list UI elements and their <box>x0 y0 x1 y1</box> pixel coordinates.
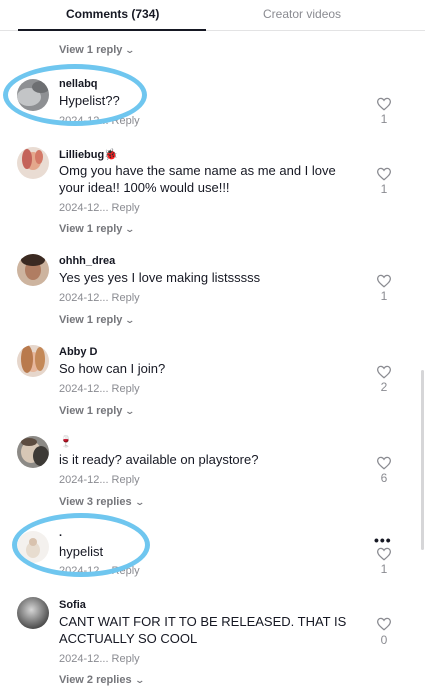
comment-meta: 2024-12... Reply <box>59 474 140 486</box>
view-replies-label: View 2 replies <box>59 674 132 686</box>
tab-bar: Comments (734) Creator videos <box>0 0 425 31</box>
heart-outline-icon[interactable] <box>376 617 392 631</box>
heart-outline-icon[interactable] <box>376 274 392 288</box>
like-count: 0 <box>380 633 388 647</box>
chevron-down-icon: ⌄ <box>124 406 136 416</box>
avatar[interactable] <box>17 597 49 629</box>
view-replies-label: View 1 reply <box>59 314 123 326</box>
reply-button[interactable]: Reply <box>112 202 140 214</box>
comment-text: CANT WAIT FOR IT TO BE RELEASED. THAT IS… <box>59 614 347 646</box>
avatar[interactable] <box>17 436 49 468</box>
view-replies-label: View 1 reply <box>59 405 123 417</box>
heart-outline-icon[interactable] <box>376 97 392 111</box>
highlight-ring <box>3 64 147 126</box>
chevron-down-icon: ⌄ <box>134 675 145 685</box>
chevron-down-icon: ⌄ <box>124 315 136 325</box>
heart-outline-icon[interactable] <box>376 456 392 470</box>
more-horizontal-icon[interactable]: ••• <box>374 532 392 548</box>
reply-button[interactable]: Reply <box>112 653 140 665</box>
view-replies-button[interactable]: View 1 reply ⌄ <box>59 44 136 56</box>
comment-username[interactable]: Sofia <box>59 599 86 611</box>
comment-username[interactable]: Lilliebug🐞 <box>59 148 118 161</box>
chevron-down-icon: ⌄ <box>134 497 145 507</box>
comment-text: Omg you have the same name as me and I l… <box>59 163 336 195</box>
scrollbar[interactable] <box>421 370 424 550</box>
comment-username[interactable]: ohhh_drea <box>59 255 115 267</box>
comment-username[interactable]: 🍷 <box>59 435 73 448</box>
reply-button[interactable]: Reply <box>112 474 140 486</box>
reply-button[interactable]: Reply <box>112 292 140 304</box>
like-count: 6 <box>380 471 388 485</box>
view-replies-button[interactable]: View 1 reply ⌄ <box>59 314 136 326</box>
comment-meta: 2024-12... Reply <box>59 202 140 214</box>
comment-date: 2024-12... <box>59 474 109 486</box>
like-count: 2 <box>380 380 388 394</box>
comment-meta: 2024-12... Reply <box>59 383 140 395</box>
heart-outline-icon[interactable] <box>376 167 392 181</box>
reply-button[interactable]: Reply <box>112 383 140 395</box>
view-replies-button[interactable]: View 2 replies ⌄ <box>59 674 145 686</box>
view-replies-label: View 3 replies <box>59 496 132 508</box>
like-count: 1 <box>380 112 388 126</box>
avatar[interactable] <box>17 345 49 377</box>
heart-outline-icon[interactable] <box>376 547 392 561</box>
like-count: 1 <box>380 289 388 303</box>
highlight-ring <box>12 513 150 577</box>
view-replies-label: View 1 reply <box>59 223 123 235</box>
comment-username[interactable]: Abby D <box>59 346 98 358</box>
like-count: 1 <box>380 562 388 576</box>
comment-text: Yes yes yes I love making listsssss <box>59 270 261 285</box>
view-replies-button[interactable]: View 1 reply ⌄ <box>59 405 136 417</box>
comment-meta: 2024-12... Reply <box>59 653 140 665</box>
comment-date: 2024-12... <box>59 202 109 214</box>
comment-meta: 2024-12... Reply <box>59 292 140 304</box>
heart-outline-icon[interactable] <box>376 365 392 379</box>
comment-list[interactable]: View 1 reply ⌄ nellabq Hypelist?? 2024-12… <box>0 31 425 688</box>
comment-date: 2024-12... <box>59 292 109 304</box>
chevron-down-icon: ⌄ <box>124 45 136 55</box>
view-replies-button[interactable]: View 3 replies ⌄ <box>59 496 145 508</box>
tab-comments[interactable]: Comments (734) <box>66 7 159 21</box>
chevron-down-icon: ⌄ <box>124 224 136 234</box>
like-count: 1 <box>380 182 388 196</box>
view-replies-button[interactable]: View 1 reply ⌄ <box>59 223 136 235</box>
avatar[interactable] <box>17 254 49 286</box>
comment-text: So how can I join? <box>59 361 166 376</box>
comment-date: 2024-12... <box>59 653 109 665</box>
view-replies-label: View 1 reply <box>59 44 123 56</box>
tab-creator-videos[interactable]: Creator videos <box>263 7 341 21</box>
comment-text: is it ready? available on playstore? <box>59 452 259 467</box>
comment-date: 2024-12... <box>59 383 109 395</box>
avatar[interactable] <box>17 147 49 179</box>
